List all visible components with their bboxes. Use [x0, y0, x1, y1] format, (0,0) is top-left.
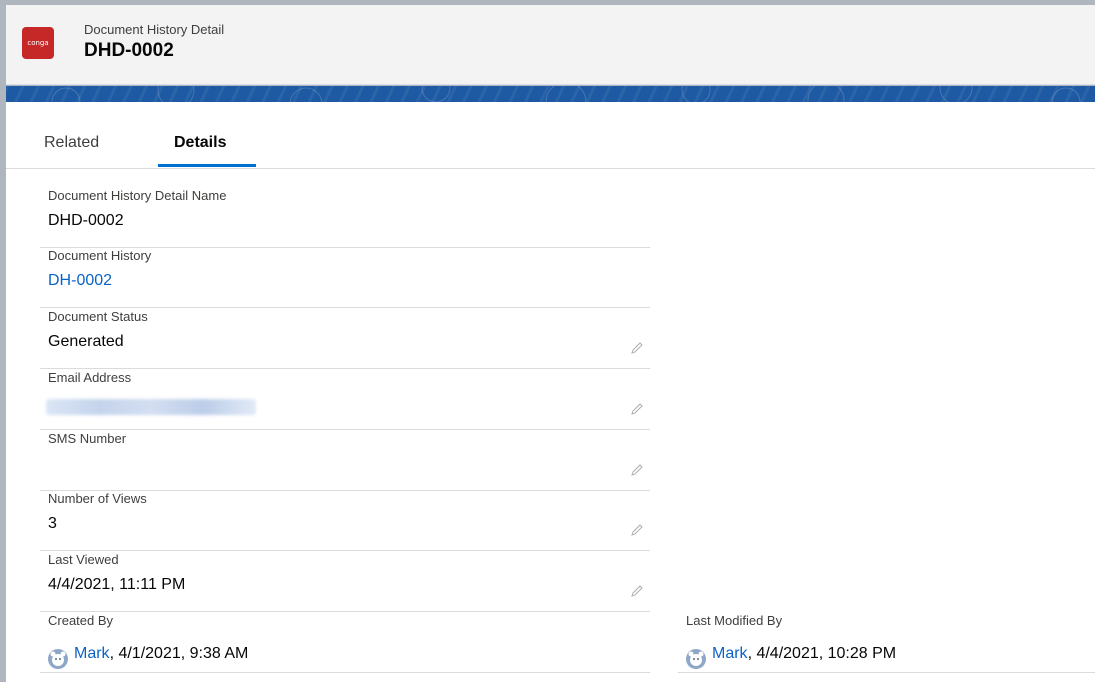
pencil-icon[interactable]	[630, 341, 644, 355]
object-label: Document History Detail	[84, 22, 225, 37]
created-by-user-link[interactable]: Mark	[74, 645, 110, 662]
created-by-timestamp: , 4/1/2021, 9:38 AM	[109, 645, 249, 662]
field-label: Last Modified By	[686, 613, 783, 628]
tab-bar: Related Details	[6, 102, 1095, 169]
field-document-history: Document History DH-0002	[40, 248, 650, 308]
details-card: Related Details Document History Detail …	[6, 102, 1095, 682]
field-value: 4/4/2021, 11:11 PM	[48, 576, 186, 593]
pencil-icon[interactable]	[630, 463, 644, 477]
field-created-by: Created By Mark, 4/1/2021, 9:38 AM	[40, 613, 650, 673]
field-sms-number: SMS Number	[40, 431, 650, 491]
field-value: Generated	[48, 333, 124, 350]
tab-related[interactable]: Related	[44, 134, 99, 166]
last-modified-by-value: Mark, 4/4/2021, 10:28 PM	[712, 645, 896, 663]
field-value: 3	[48, 515, 57, 532]
last-modified-by-user-link[interactable]: Mark	[712, 645, 748, 662]
created-by-value: Mark, 4/1/2021, 9:38 AM	[74, 645, 248, 663]
pencil-icon[interactable]	[630, 584, 644, 598]
user-avatar-icon	[48, 649, 68, 669]
field-number-of-views: Number of Views 3	[40, 491, 650, 551]
field-value: DHD-0002	[48, 212, 124, 229]
field-detail-name: Document History Detail Name DHD-0002	[40, 188, 650, 248]
last-modified-by-timestamp: , 4/4/2021, 10:28 PM	[747, 645, 897, 662]
active-tab-indicator	[158, 164, 256, 167]
field-last-modified-by: Last Modified By Mark, 4/4/2021, 10:28 P…	[678, 613, 1095, 673]
field-label: Document History	[48, 248, 152, 263]
field-label: Document History Detail Name	[48, 188, 227, 203]
field-document-status: Document Status Generated	[40, 309, 650, 369]
conga-logo-icon: conga	[22, 27, 54, 59]
banner-pattern-icon	[51, 86, 1081, 102]
field-label: Number of Views	[48, 491, 147, 506]
record-title: DHD-0002	[84, 40, 174, 61]
field-label: SMS Number	[48, 431, 127, 446]
decorative-banner	[6, 86, 1095, 102]
field-label: Last Viewed	[48, 552, 119, 567]
field-label: Created By	[48, 613, 114, 628]
field-label: Email Address	[48, 370, 132, 385]
field-label: Document Status	[48, 309, 148, 324]
pencil-icon[interactable]	[630, 402, 644, 416]
user-avatar-icon	[686, 649, 706, 669]
field-last-viewed: Last Viewed 4/4/2021, 11:11 PM	[40, 552, 650, 612]
tab-details[interactable]: Details	[174, 134, 226, 166]
field-email-address: Email Address	[40, 370, 650, 430]
record-header: conga Document History Detail DHD-0002	[6, 5, 1095, 85]
pencil-icon[interactable]	[630, 523, 644, 537]
redacted-email-value	[46, 399, 256, 415]
document-history-link[interactable]: DH-0002	[48, 272, 112, 290]
